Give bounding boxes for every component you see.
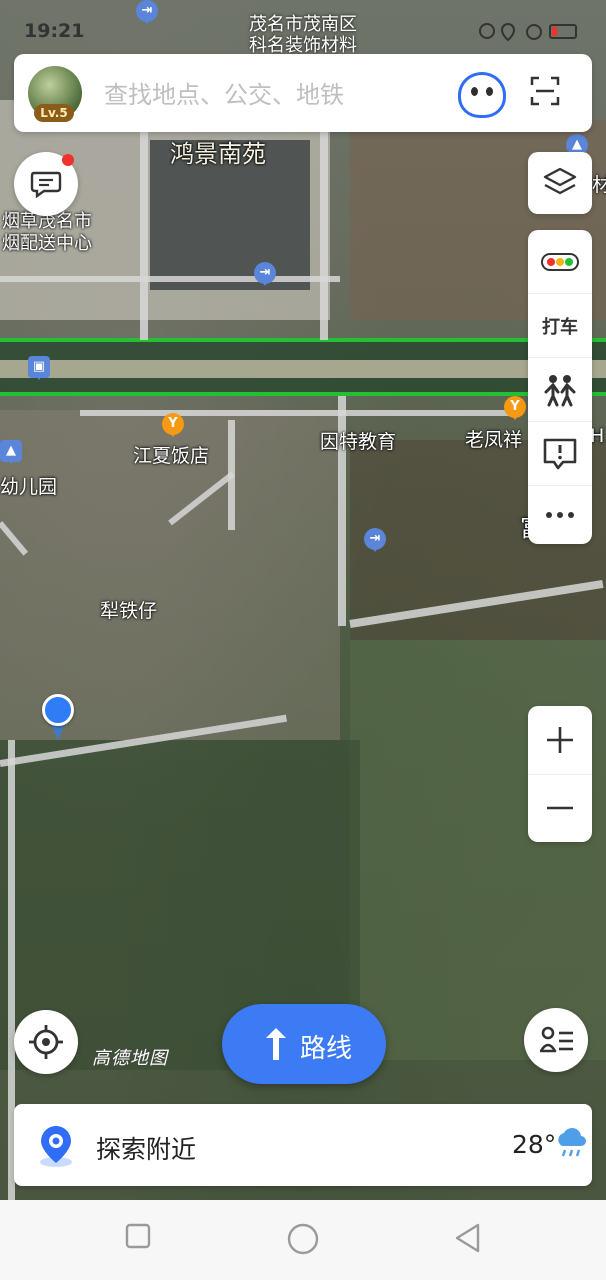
road: [140, 130, 148, 340]
search-input[interactable]: [102, 74, 426, 116]
expressway-median: [0, 360, 606, 378]
route-label: 路线: [300, 1034, 353, 1064]
traffic-button[interactable]: [528, 230, 592, 294]
zoom-in-button[interactable]: [528, 706, 592, 775]
map-label: H: [590, 425, 605, 447]
locate-me-button[interactable]: [14, 1010, 78, 1074]
layers-icon: [543, 167, 577, 195]
map-label[interactable]: 烟配送中心: [2, 234, 92, 254]
top-location-line: 科名装饰材料: [249, 35, 357, 56]
route-button[interactable]: 路线: [222, 1004, 386, 1084]
group-button[interactable]: [528, 358, 592, 422]
top-location: 茂名市茂南区 科名装饰材料: [0, 14, 606, 56]
traffic-light-icon: [541, 252, 579, 271]
explore-label: 探索附近: [96, 1135, 197, 1164]
feedback-icon: [543, 438, 577, 469]
taxi-button[interactable]: 打车: [528, 294, 592, 358]
people-icon: [544, 374, 576, 406]
level-badge: Lv.5: [34, 104, 74, 122]
map-area: [350, 640, 606, 1060]
plus-icon: [547, 727, 573, 753]
poi-marker-icon[interactable]: ⇥: [364, 528, 386, 552]
route-arrow-icon: [266, 1028, 286, 1060]
system-nav-bar: [0, 1200, 606, 1280]
current-location-marker: [42, 694, 74, 726]
restaurant-icon[interactable]: Y: [162, 413, 184, 437]
poi-marker-icon[interactable]: ⇥: [254, 262, 276, 286]
saved-places-button[interactable]: [524, 1008, 588, 1072]
rain-cloud-icon: [558, 1128, 586, 1157]
explore-nearby-bar[interactable]: 探索附近 28°: [14, 1104, 592, 1186]
explore-location-icon: [40, 1126, 72, 1167]
road: [80, 410, 520, 416]
road: [0, 276, 340, 282]
more-button[interactable]: [528, 486, 592, 544]
map-label[interactable]: 犁铁仔: [100, 596, 157, 623]
top-location-line: 茂名市茂南区: [249, 14, 357, 35]
zoom-out-button[interactable]: [528, 774, 592, 842]
restaurant-icon[interactable]: Y: [504, 396, 526, 420]
map-label[interactable]: 因特教育: [320, 427, 396, 454]
search-bar[interactable]: Lv.5: [14, 54, 592, 132]
assistant-mascot-icon[interactable]: [458, 72, 506, 118]
report-button[interactable]: [528, 422, 592, 486]
minus-icon: [547, 806, 573, 810]
highway-line: [0, 338, 606, 342]
recent-apps-icon[interactable]: [124, 1222, 152, 1250]
home-icon[interactable]: [286, 1222, 320, 1256]
map-watermark: 高德地图: [92, 1048, 168, 1069]
back-icon[interactable]: [452, 1222, 482, 1254]
crosshair-icon: [29, 1025, 63, 1059]
side-toolbar: 打车: [528, 230, 592, 544]
taxi-label: 打车: [542, 316, 578, 338]
person-list-icon: [540, 1026, 573, 1053]
more-icon: [546, 512, 574, 518]
temperature: 28°: [512, 1130, 557, 1159]
map-label[interactable]: 老凤祥: [465, 425, 522, 452]
bus-stop-icon[interactable]: ▣: [28, 356, 50, 380]
zoom-controls: [528, 706, 592, 842]
road: [320, 130, 328, 340]
school-icon[interactable]: ▲: [0, 440, 22, 464]
map-label: 材: [592, 174, 606, 196]
notification-dot: [62, 154, 74, 166]
message-button[interactable]: [14, 152, 78, 216]
map-label[interactable]: 幼儿园: [0, 472, 57, 499]
layers-button[interactable]: [528, 152, 592, 214]
map-label[interactable]: 鸿景南苑: [170, 134, 266, 169]
chat-icon: [30, 171, 62, 198]
scan-icon[interactable]: [530, 76, 560, 106]
map-label[interactable]: 江夏饭店: [133, 441, 209, 468]
